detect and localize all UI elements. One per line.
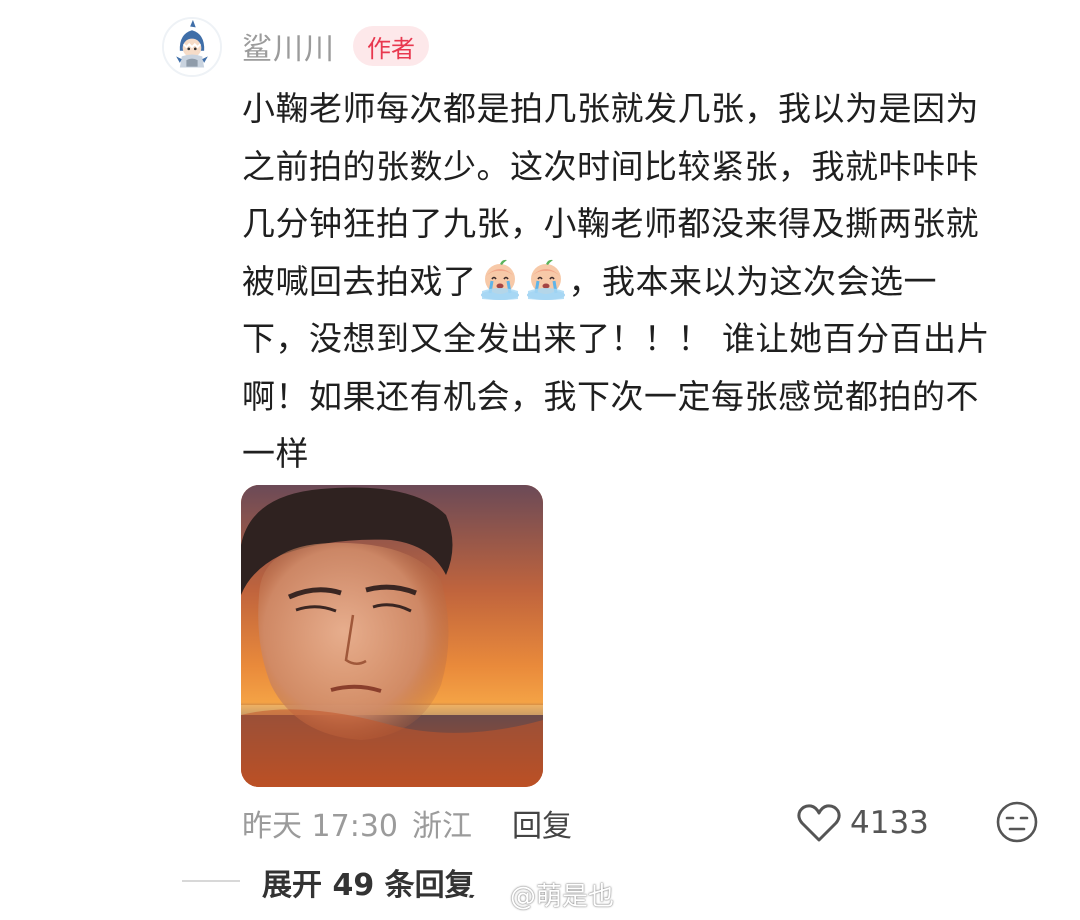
author-badge: 作者 [353,26,429,66]
like-button[interactable]: 4133 [796,798,929,848]
comment-line: 下，没想到又全发出来了！！！ 谁让她百分百出片 [242,319,990,358]
timestamp: 昨天 17:30 [242,809,398,844]
crying-face-emoji-icon [480,259,519,300]
comment-line-with-emoji: 被喊回去拍戏了 ，我本来以为这次会选一 [242,253,1042,311]
comment-line: 之前拍的张数少。这次时间比较紧张，我就咔咔咔 [242,146,979,186]
expand-replies-button[interactable]: 展开 49 条回复 [262,860,475,904]
heart-outline-icon [797,804,841,842]
like-count: 4133 [850,805,929,841]
avatar[interactable] [162,17,222,77]
comment-meta: 昨天 17:30 浙江 回复 [242,800,572,846]
crying-man-sunset-photo-icon [241,485,543,787]
meh-face-icon [996,801,1038,843]
watermark: @萌是也 [466,872,614,916]
comment-line-part: 被喊回去拍戏了 [242,261,477,301]
location: 浙江 [412,809,472,844]
comment-line: 小鞠老师每次都是拍几张就发几张，我以为是因为 [242,89,979,128]
comment-image[interactable] [241,485,543,787]
comment-line: 啊！如果还有机会，我下次一定每张感觉都拍的不 [242,376,979,416]
username[interactable]: 鲨川川 [242,24,335,68]
divider [182,880,240,882]
comment-line: 一样 [242,434,309,473]
comment-line-part: ，我本来以为这次会选一 [568,261,937,301]
weibo-logo-icon [466,881,504,910]
comment-text: 小鞠老师每次都是拍几张就发几张，我以为是因为 之前拍的张数少。这次时间比较紧张，… [242,80,1042,483]
shark-avatar-icon [164,19,220,75]
reaction-button[interactable] [995,800,1039,844]
comment-line: 几分钟狂拍了九张，小鞠老师都没来得及撕两张就 [242,204,979,243]
crying-face-emoji-icon [526,259,565,300]
reply-button[interactable]: 回复 [512,801,572,845]
watermark-text: @萌是也 [510,881,615,912]
comment-header: 鲨川川 作者 [242,24,429,68]
